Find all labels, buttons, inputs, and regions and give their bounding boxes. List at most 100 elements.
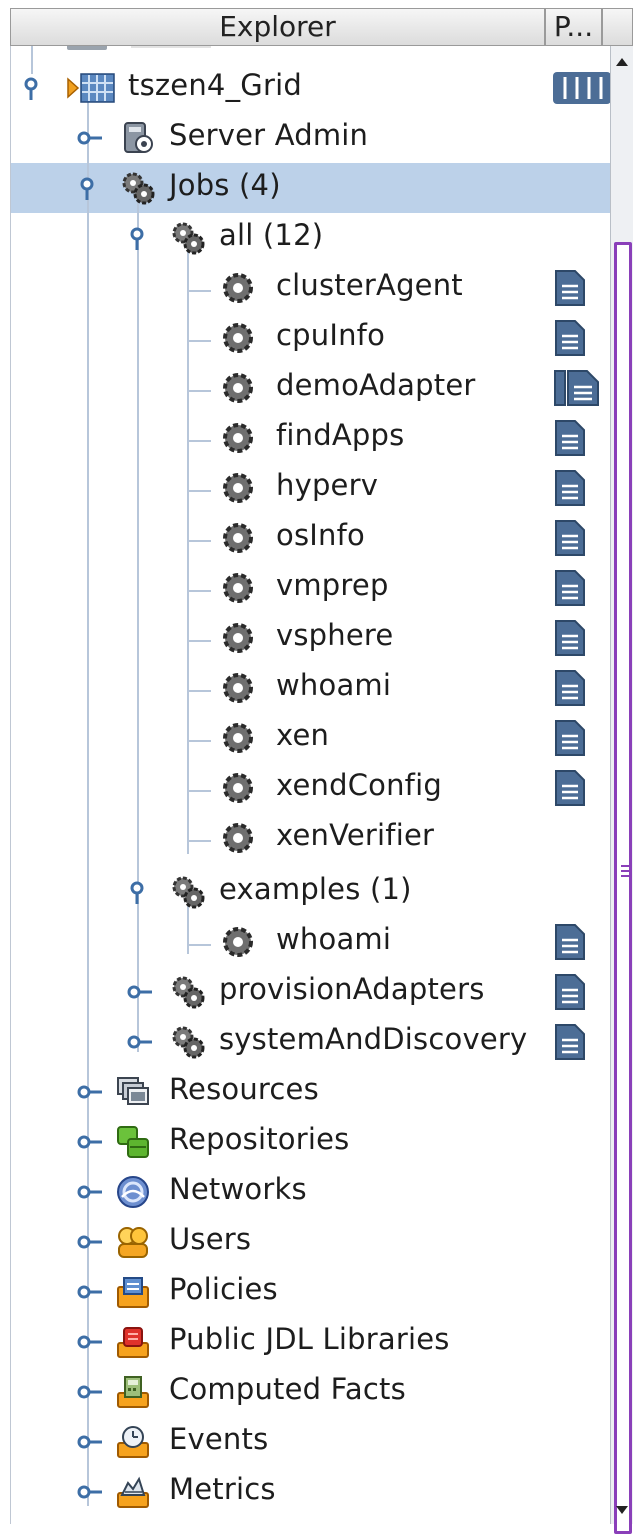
expand-handle-icon[interactable] (126, 980, 154, 1004)
policies-icon (117, 1277, 149, 1308)
second-column-header[interactable]: P... (545, 8, 602, 46)
tree-row-label: Networks (169, 1172, 307, 1206)
tree-row-label: Server Admin (169, 118, 369, 152)
expand-handle-icon[interactable] (76, 1480, 104, 1504)
expand-handle-icon[interactable] (76, 1280, 104, 1304)
tree-row-label: Jobs (4) (169, 168, 281, 202)
scroll-up-arrow-icon[interactable] (611, 46, 633, 78)
tree-row-label: xen (276, 718, 330, 752)
job-gear-icon (223, 773, 253, 803)
tree-row-label: Events (169, 1422, 269, 1456)
tree-row-public-jdl-libraries[interactable]: Public JDL Libraries (11, 1317, 611, 1367)
scrollbar-grip (621, 875, 631, 877)
tree-row-system-and-discovery[interactable]: systemAndDiscovery (11, 1017, 611, 1067)
job-file-badge-icon (555, 770, 585, 806)
job-gear-icon (223, 473, 253, 503)
tree-row-job[interactable]: vsphere (11, 613, 611, 663)
job-file-badge-icon (555, 270, 585, 306)
job-file-badge-icon (555, 670, 585, 706)
tree-row-all[interactable]: all (12) (11, 213, 611, 263)
job-gear-icon (223, 323, 253, 353)
expand-handle-icon[interactable] (76, 1380, 104, 1404)
tree-row-job[interactable]: whoami (11, 917, 611, 967)
tree-row-metrics[interactable]: Metrics (11, 1467, 611, 1517)
job-gear-icon (223, 373, 253, 403)
job-group-icon (172, 976, 205, 1009)
tree-row-server-admin[interactable]: Server Admin (11, 113, 611, 163)
job-file-badge-icon (555, 420, 585, 456)
computed-facts-icon (117, 1376, 149, 1408)
job-file-badge-icon (555, 1024, 585, 1060)
tree-row-label: findApps (276, 418, 405, 452)
expand-handle-icon[interactable] (126, 1030, 154, 1054)
job-group-icon (172, 1026, 205, 1059)
job-file-badge-icon (555, 720, 585, 756)
metrics-icon (117, 1476, 149, 1508)
tree-row-provision-adapters[interactable]: provisionAdapters (11, 967, 611, 1017)
tree-row-job[interactable]: cpuInfo (11, 313, 611, 363)
events-icon (117, 1426, 149, 1458)
scrollbar-grip (621, 865, 631, 867)
explorer-column-header[interactable]: Explorer (10, 8, 545, 46)
tree-row-job[interactable]: hyperv (11, 463, 611, 513)
expand-handle-icon[interactable] (76, 1080, 104, 1104)
job-file-badge-icon (555, 570, 585, 606)
tree-row-label: clusterAgent (276, 268, 463, 302)
job-gear-icon (223, 523, 253, 553)
tree-row-networks[interactable]: Networks (11, 1167, 611, 1217)
tree-row-computed-facts[interactable]: Computed Facts (11, 1367, 611, 1417)
tree-row-job[interactable]: whoami (11, 663, 611, 713)
resources-icon (117, 1077, 149, 1105)
job-file-badge-icon (555, 520, 585, 556)
tree-row-policies[interactable]: Policies (11, 1267, 611, 1317)
partial-item-label (131, 46, 211, 48)
tree-row-job[interactable]: clusterAgent (11, 263, 611, 313)
expand-handle-icon[interactable] (76, 1180, 104, 1204)
expand-handle-icon[interactable] (76, 1130, 104, 1154)
grid-badge-icon (553, 72, 611, 104)
tree-row-tszen4-grid[interactable]: tszen4_Grid (11, 63, 611, 113)
expand-handle-icon[interactable] (76, 176, 104, 200)
tree-row-label: cpuInfo (276, 318, 386, 352)
tree-row-job[interactable]: osInfo (11, 513, 611, 563)
tree-row-users[interactable]: Users (11, 1217, 611, 1267)
expand-handle-icon[interactable] (76, 1330, 104, 1354)
expand-handle-icon[interactable] (76, 1430, 104, 1454)
tree-row-job[interactable]: xen (11, 713, 611, 763)
tree-row-job[interactable]: demoAdapter (11, 363, 611, 413)
tree-row-job[interactable]: vmprep (11, 563, 611, 613)
tree-row-label: Repositories (169, 1122, 350, 1156)
jdl-library-icon (117, 1327, 149, 1358)
scroll-down-arrow-icon[interactable] (611, 1496, 633, 1524)
tree-row-jobs[interactable]: Jobs (4) (11, 163, 611, 213)
tree-row-repositories[interactable]: Repositories (11, 1117, 611, 1167)
tree-row-job[interactable]: findApps (11, 413, 611, 463)
users-icon (118, 1227, 148, 1258)
tree-row-label: xendConfig (276, 768, 442, 802)
scrollbar-thumb[interactable] (614, 242, 632, 1534)
tree-row-label: tszen4_Grid (128, 68, 302, 102)
expand-handle-icon[interactable] (76, 126, 104, 150)
tree-row-events[interactable]: Events (11, 1417, 611, 1467)
job-gear-icon (223, 927, 253, 957)
tree-row-label: all (12) (219, 218, 324, 252)
tree-row-label: examples (1) (219, 872, 412, 906)
tree-row-job[interactable]: xendConfig (11, 763, 611, 813)
vertical-scrollbar[interactable] (610, 46, 633, 1534)
tree-row-job[interactable]: xenVerifier (11, 813, 611, 863)
job-group-icon (122, 172, 155, 205)
networks-icon (117, 1176, 149, 1208)
job-file-badge-icon (555, 974, 585, 1010)
explorer-tree: tszen4_Grid Server Admin Jobs (4) all (1… (10, 46, 611, 1524)
tree-row-label: Metrics (169, 1472, 276, 1506)
expand-handle-icon[interactable] (76, 1230, 104, 1254)
expand-handle-icon[interactable] (126, 226, 154, 250)
header-filler (602, 8, 633, 46)
expand-handle-icon[interactable] (20, 76, 48, 100)
tree-row-resources[interactable]: Resources (11, 1067, 611, 1117)
tree-row-label: Users (169, 1222, 252, 1256)
explorer-panel: Explorer P... tszen4_Grid Server Admin J… (0, 0, 633, 1534)
expand-handle-icon[interactable] (126, 880, 154, 904)
tree-row-examples[interactable]: examples (1) (11, 867, 611, 917)
tree-row-label: Computed Facts (169, 1372, 406, 1406)
